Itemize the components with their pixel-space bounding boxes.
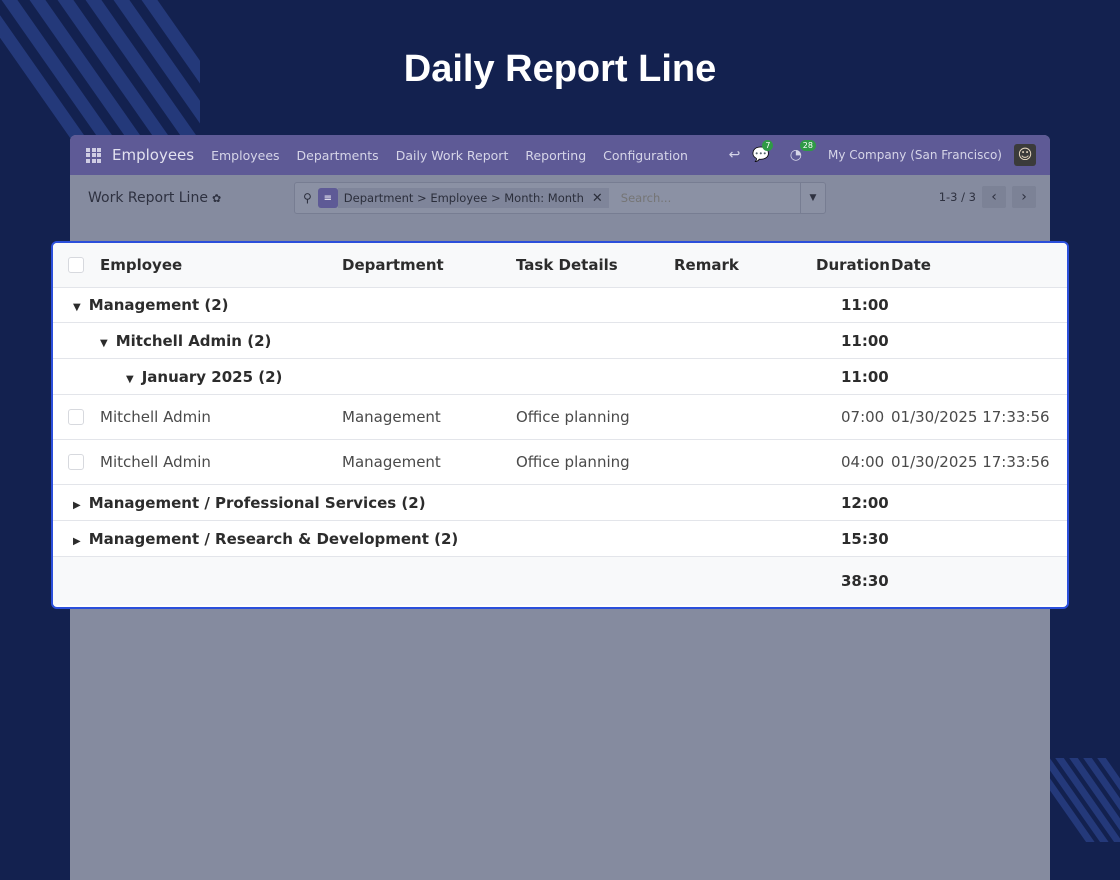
list-view-panel: Employee Department Task Details Remark …: [51, 241, 1069, 609]
app-brand[interactable]: Employees: [112, 146, 194, 164]
group-duration: 11:00: [841, 367, 889, 386]
group-row[interactable]: ▶ Management / Research & Development (2)…: [53, 521, 1067, 557]
column-employee[interactable]: Employee: [100, 256, 182, 274]
column-task-details[interactable]: Task Details: [516, 256, 618, 274]
cell-task-details: Office planning: [516, 453, 630, 471]
total-duration: 38:30: [841, 572, 889, 590]
menu-departments[interactable]: Departments: [297, 148, 379, 163]
group-label: January 2025 (2): [141, 367, 283, 386]
caret-down-icon: ▼: [73, 301, 81, 313]
group-duration: 11:00: [841, 295, 889, 314]
breadcrumb: Work Report Line ✿: [88, 190, 221, 206]
cell-date: 01/30/2025 17:33:56: [891, 453, 1050, 471]
column-department[interactable]: Department: [342, 256, 444, 274]
cell-duration: 07:00: [841, 408, 885, 426]
column-date[interactable]: Date: [891, 256, 931, 274]
pager-value[interactable]: 1-3 / 3: [939, 190, 976, 204]
column-remark[interactable]: Remark: [674, 256, 739, 274]
group-duration: 15:30: [841, 529, 889, 548]
menu-daily-work-report[interactable]: Daily Work Report: [396, 148, 509, 163]
messages-icon[interactable]: 💬 7: [752, 140, 774, 163]
activities-badge: 28: [799, 140, 816, 151]
apps-menu-icon[interactable]: [86, 147, 101, 163]
caret-down-icon: ▼: [126, 373, 134, 385]
cell-task-details: Office planning: [516, 408, 630, 426]
user-avatar[interactable]: ☺: [1014, 144, 1036, 166]
cell-date: 01/30/2025 17:33:56: [891, 408, 1050, 426]
pager: 1-3 / 3 ‹ ›: [939, 186, 1036, 208]
pager-previous-button[interactable]: ‹: [982, 186, 1006, 208]
decorative-stripes-bottom-right: [1050, 758, 1120, 842]
chevron-down-icon[interactable]: ▼: [800, 183, 825, 213]
group-label: Management / Professional Services (2): [88, 493, 426, 512]
row-checkbox[interactable]: [68, 454, 84, 470]
group-row[interactable]: ▼ Management (2) 11:00: [53, 287, 1067, 323]
group-duration: 11:00: [841, 331, 889, 350]
group-duration: 12:00: [841, 493, 889, 512]
caret-right-icon: ▶: [73, 499, 81, 511]
search-bar: ⚲ ≡ Department > Employee > Month: Month…: [294, 182, 826, 214]
table-row[interactable]: Mitchell Admin Management Office plannin…: [53, 440, 1067, 485]
close-icon[interactable]: ✕: [592, 191, 603, 206]
row-checkbox[interactable]: [68, 409, 84, 425]
search-input[interactable]: [618, 190, 813, 206]
select-all-checkbox[interactable]: [68, 257, 84, 273]
hero-title: Daily Report Line: [403, 48, 717, 90]
gear-icon[interactable]: ✿: [212, 192, 221, 205]
table-footer: 38:30: [53, 557, 1067, 605]
reply-icon[interactable]: ↩: [729, 147, 741, 163]
page-title: Work Report Line: [88, 190, 208, 206]
caret-down-icon: ▼: [100, 337, 108, 349]
column-duration[interactable]: Duration: [816, 256, 890, 274]
search-facet: Department > Employee > Month: Month ✕: [337, 188, 609, 208]
group-label: Mitchell Admin (2): [115, 331, 272, 350]
cell-department: Management: [342, 408, 441, 426]
group-row[interactable]: ▼ Mitchell Admin (2) 11:00: [53, 323, 1067, 359]
cell-department: Management: [342, 453, 441, 471]
group-by-icon: ≡: [317, 188, 338, 208]
group-row[interactable]: ▶ Management / Professional Services (2) …: [53, 485, 1067, 521]
cell-employee: Mitchell Admin: [100, 453, 211, 471]
cell-duration: 04:00: [841, 453, 885, 471]
group-row[interactable]: ▼ January 2025 (2) 11:00: [53, 359, 1067, 395]
facet-label: Department > Employee > Month: Month: [343, 191, 584, 205]
menu-reporting[interactable]: Reporting: [525, 148, 586, 163]
company-switcher[interactable]: My Company (San Francisco): [828, 148, 1002, 162]
search-icon[interactable]: ⚲: [303, 191, 312, 205]
activities-icon[interactable]: ◔ 28: [790, 140, 816, 163]
control-panel: Work Report Line ✿ ⚲ ≡ Department > Emplo…: [70, 175, 1050, 221]
menu-configuration[interactable]: Configuration: [603, 148, 688, 163]
menu-employees[interactable]: Employees: [211, 148, 279, 163]
top-navbar: Employees Employees Departments Daily Wo…: [70, 135, 1050, 175]
group-label: Management / Research & Development (2): [88, 529, 459, 548]
cell-employee: Mitchell Admin: [100, 408, 211, 426]
pager-next-button[interactable]: ›: [1012, 186, 1036, 208]
group-label: Management (2): [88, 295, 229, 314]
table-header: Employee Department Task Details Remark …: [53, 243, 1067, 288]
messages-badge: 7: [762, 140, 774, 151]
table-row[interactable]: Mitchell Admin Management Office plannin…: [53, 395, 1067, 440]
caret-right-icon: ▶: [73, 535, 81, 547]
